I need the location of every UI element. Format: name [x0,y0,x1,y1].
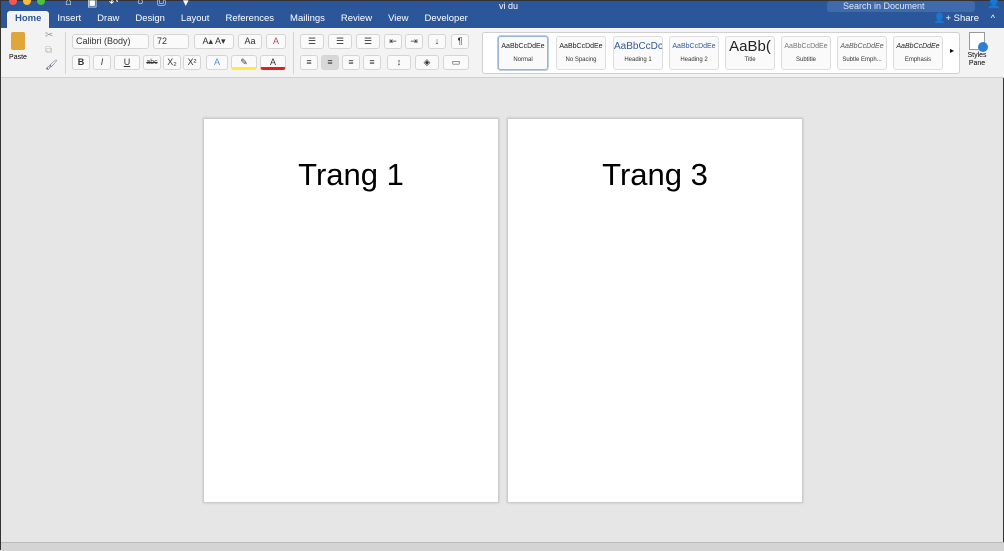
style-preview: AaBbCcDdEe [784,43,828,50]
minimize-window-button[interactable] [23,0,31,5]
multilevel-list-icon[interactable]: ☰ [356,34,380,49]
superscript-button[interactable]: X² [183,55,201,70]
style-name: Subtle Emph... [842,57,882,63]
style-preview: AaBbCcDc [614,41,662,52]
format-painter-icon[interactable]: 🖌 [45,60,58,71]
divider [65,32,66,74]
styles-pane-label: Styles Pane [967,52,987,67]
change-case-icon[interactable]: Aa [238,34,262,49]
style-no-spacing[interactable]: AaBbCcDdEe No Spacing [556,36,606,70]
share-button[interactable]: 👤+ Share [934,13,979,24]
tab-mailings[interactable]: Mailings [282,11,333,28]
add-person-icon: 👤+ [933,13,951,24]
ribbon: Paste ✂ ⧉ 🖌 Calibri (Body) 72 A▴ A▾ Aa A… [1,28,1004,78]
style-preview: AaBbCcDdEe [672,43,716,50]
show-formatting-icon[interactable]: ¶ [451,34,469,49]
font-name-select[interactable]: Calibri (Body) [72,34,149,49]
subscript-button[interactable]: X₂ [163,55,181,70]
styles-gallery: AaBbCcDdEe Normal AaBbCcDdEe No Spacing Aa… [482,32,960,74]
style-name: No Spacing [565,57,597,63]
shading-icon[interactable]: ◈ [415,55,439,70]
document-page[interactable]: Trang 1 [203,118,499,503]
maximize-window-button[interactable] [37,0,45,5]
paste-button[interactable]: Paste [7,32,29,61]
style-name: Emphasis [904,57,932,63]
customize-toolbar-icon[interactable]: ▾ [183,0,189,9]
tab-review[interactable]: Review [333,11,380,28]
style-name: Subtitle [795,57,816,63]
strikethrough-button[interactable]: abc [143,55,161,70]
home-icon[interactable]: ⌂ [65,0,72,8]
line-spacing-icon[interactable]: ↕ [387,55,411,70]
text-effects-icon[interactable]: A [206,55,228,70]
style-name: Heading 1 [624,57,652,63]
redo-icon[interactable]: ○ [137,0,144,8]
tab-design[interactable]: Design [127,11,173,28]
tab-home[interactable]: Home [7,11,50,28]
style-title[interactable]: AaBb( Title [725,36,775,70]
style-normal[interactable]: AaBbCcDdEe Normal [498,36,548,70]
collapse-ribbon-icon[interactable]: ^ [991,13,995,23]
print-icon[interactable]: ⎙ [157,0,166,9]
style-preview: AaBbCcDdEe [501,43,545,50]
style-name: Heading 2 [680,57,708,63]
bullets-icon[interactable]: ☰ [300,34,324,49]
page-text: Trang 3 [602,157,708,192]
style-heading-2[interactable]: AaBbCcDdEe Heading 2 [669,36,719,70]
divider [293,32,294,74]
tab-references[interactable]: References [217,11,282,28]
style-name: Title [744,57,756,63]
font-color-icon[interactable]: A [260,55,286,70]
tab-insert[interactable]: Insert [49,11,89,28]
save-icon[interactable]: ▣ [87,0,97,9]
style-name: Normal [513,57,533,63]
align-left-icon[interactable]: ≡ [300,55,318,70]
justify-icon[interactable]: ≡ [363,55,381,70]
ribbon-tabs: Home Insert Draw Design Layout Reference… [7,11,476,28]
font-size-grow-shrink[interactable]: A▴ A▾ [194,34,234,49]
styles-pane-button[interactable]: Styles Pane [963,32,991,68]
align-right-icon[interactable]: ≡ [342,55,360,70]
search-input[interactable]: Search in Document [827,1,975,12]
share-label: Share [953,13,979,24]
bold-button[interactable]: B [72,55,90,70]
increase-indent-icon[interactable]: ⇥ [405,34,423,49]
style-subtitle[interactable]: AaBbCcDdEe Subtitle [781,36,831,70]
paste-label: Paste [9,54,27,61]
document-title: vi du [499,1,519,11]
style-preview: AaBbCcDdEe [559,43,603,50]
title-bar: ⌂ ▣ ↶ ○ ⎙ ▾ vi du Search in Document 👤 H… [1,0,1004,28]
style-emphasis[interactable]: AaBbCcDdEe Emphasis [893,36,943,70]
style-subtle-emphasis[interactable]: AaBbCcDdEe Subtle Emph... [837,36,887,70]
close-window-button[interactable] [9,0,17,5]
tab-developer[interactable]: Developer [416,11,475,28]
style-preview: AaBbCcDdEe [840,43,884,50]
clear-formatting-icon[interactable]: A [266,34,286,49]
clipboard-icon [11,32,25,50]
underline-button[interactable]: U [114,55,140,70]
undo-icon[interactable]: ↶ [109,0,118,9]
numbering-icon[interactable]: ☰ [328,34,352,49]
sort-icon[interactable]: ↓ [428,34,446,49]
italic-button[interactable]: I [93,55,111,70]
more-styles-arrow-icon[interactable]: ▸ [950,46,954,55]
cut-icon[interactable]: ✂ [45,30,53,41]
page-text: Trang 1 [298,157,404,192]
style-preview: AaBbCcDdEe [896,43,940,50]
borders-icon[interactable]: ▭ [443,55,469,70]
tab-view[interactable]: View [380,11,416,28]
highlight-color-icon[interactable]: ✎ [231,55,257,70]
decrease-indent-icon[interactable]: ⇤ [384,34,402,49]
account-icon[interactable]: 👤 [987,0,1001,9]
tab-draw[interactable]: Draw [89,11,127,28]
style-heading-1[interactable]: AaBbCcDc Heading 1 [613,36,663,70]
style-preview: AaBb( [729,38,771,55]
align-center-icon[interactable]: ≡ [321,55,339,70]
styles-pane-icon [969,32,988,52]
tab-layout[interactable]: Layout [173,11,218,28]
font-size-select[interactable]: 72 [153,34,189,49]
document-page[interactable]: Trang 3 [507,118,803,503]
copy-icon[interactable]: ⧉ [45,45,52,56]
